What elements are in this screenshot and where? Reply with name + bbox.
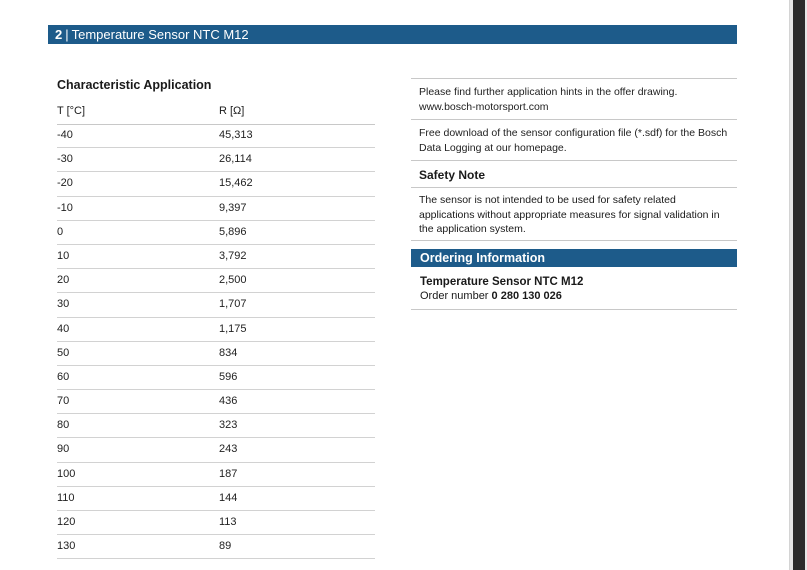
characteristic-table: -40 45,313 -30 26,114 -20 15,462 -10 9,397 0 5,89… [57,124,375,560]
table-row: 90 243 [57,438,375,463]
application-hint: Please find further application hints in… [411,78,737,119]
resistance-value: 89 [219,540,232,553]
resistance-value: 144 [219,491,238,504]
table-row: 10 3,792 [57,245,375,270]
resistance-value: 1,175 [219,322,247,335]
table-row: 20 2,500 [57,269,375,294]
ordering-info: Temperature Sensor NTC M12 Order number … [411,267,737,310]
product-name: Temperature Sensor NTC M12 [420,275,584,288]
resistance-value: 113 [219,516,237,528]
temperature-value: -40 [57,129,73,141]
table-row: 0 5,896 [57,221,375,245]
temperature-value: 50 [57,346,70,359]
table-row: 80 323 [57,414,375,439]
resistance-value: 243 [219,443,238,456]
page-title: Temperature Sensor NTC M12 [71,27,249,42]
header-separator: | [65,27,69,42]
scrollbar-thumb[interactable] [793,0,805,570]
page-header: 2 | Temperature Sensor NTC M12 [48,25,737,44]
temperature-value: 100 [57,467,76,480]
characteristic-title: Characteristic Application [57,78,212,92]
temperature-value: 10 [57,249,70,262]
temperature-value: -10 [57,201,73,214]
table-row: -40 45,313 [57,124,375,149]
table-row: 130 89 [57,535,375,560]
table-row: -20 15,462 [57,172,375,197]
characteristic-table-header: T [°C] R [Ω] [57,98,375,125]
resistance-value: 5,896 [219,225,247,238]
download-note: Free download of the sensor configuratio… [411,119,737,160]
table-row: 70 436 [57,390,375,415]
temperature-value: 80 [57,419,70,432]
column-resistance: R [Ω] [219,105,245,117]
resistance-value: 15,462 [219,177,253,190]
vertical-scrollbar[interactable] [789,0,807,570]
temperature-value: 60 [57,370,70,383]
temperature-value: 20 [57,274,70,287]
resistance-value: 9,397 [219,201,247,214]
right-column: Please find further application hints in… [411,78,737,310]
resistance-value: 1,707 [219,298,247,311]
temperature-value: 0 [57,225,64,238]
safety-note-text: The sensor is not intended to be used fo… [411,188,737,241]
table-row: -10 9,397 [57,197,375,221]
temperature-value: 40 [57,322,70,335]
temperature-value: 30 [57,298,70,311]
resistance-value: 45,313 [219,129,253,141]
temperature-value: 90 [57,443,70,456]
page-number: 2 [55,27,63,42]
table-row: 100 187 [57,463,375,487]
table-row: -30 26,114 [57,148,375,173]
column-temperature: T [°C] [57,105,86,117]
temperature-value: 70 [57,395,70,408]
resistance-value: 187 [219,467,238,480]
temperature-value: 120 [57,516,76,528]
table-row: 30 1,707 [57,293,375,318]
order-number: 0 280 130 026 [491,289,562,302]
table-row: 60 596 [57,366,375,391]
table-row: 110 144 [57,487,375,511]
temperature-value: 110 [57,491,75,504]
table-row: 50 834 [57,342,375,366]
safety-note-title: Safety Note [411,160,737,188]
resistance-value: 436 [219,395,238,408]
temperature-value: -20 [57,177,73,190]
temperature-value: 130 [57,540,76,553]
table-row: 120 113 [57,511,375,536]
resistance-value: 26,114 [219,153,252,166]
resistance-value: 3,792 [219,249,247,262]
table-row: 40 1,175 [57,318,375,342]
temperature-value: -30 [57,153,73,166]
order-number-label: Order number [420,289,489,302]
ordering-info-title: Ordering Information [411,248,737,267]
resistance-value: 596 [219,370,238,383]
resistance-value: 323 [219,419,238,432]
resistance-value: 834 [219,346,238,359]
resistance-value: 2,500 [219,274,247,287]
